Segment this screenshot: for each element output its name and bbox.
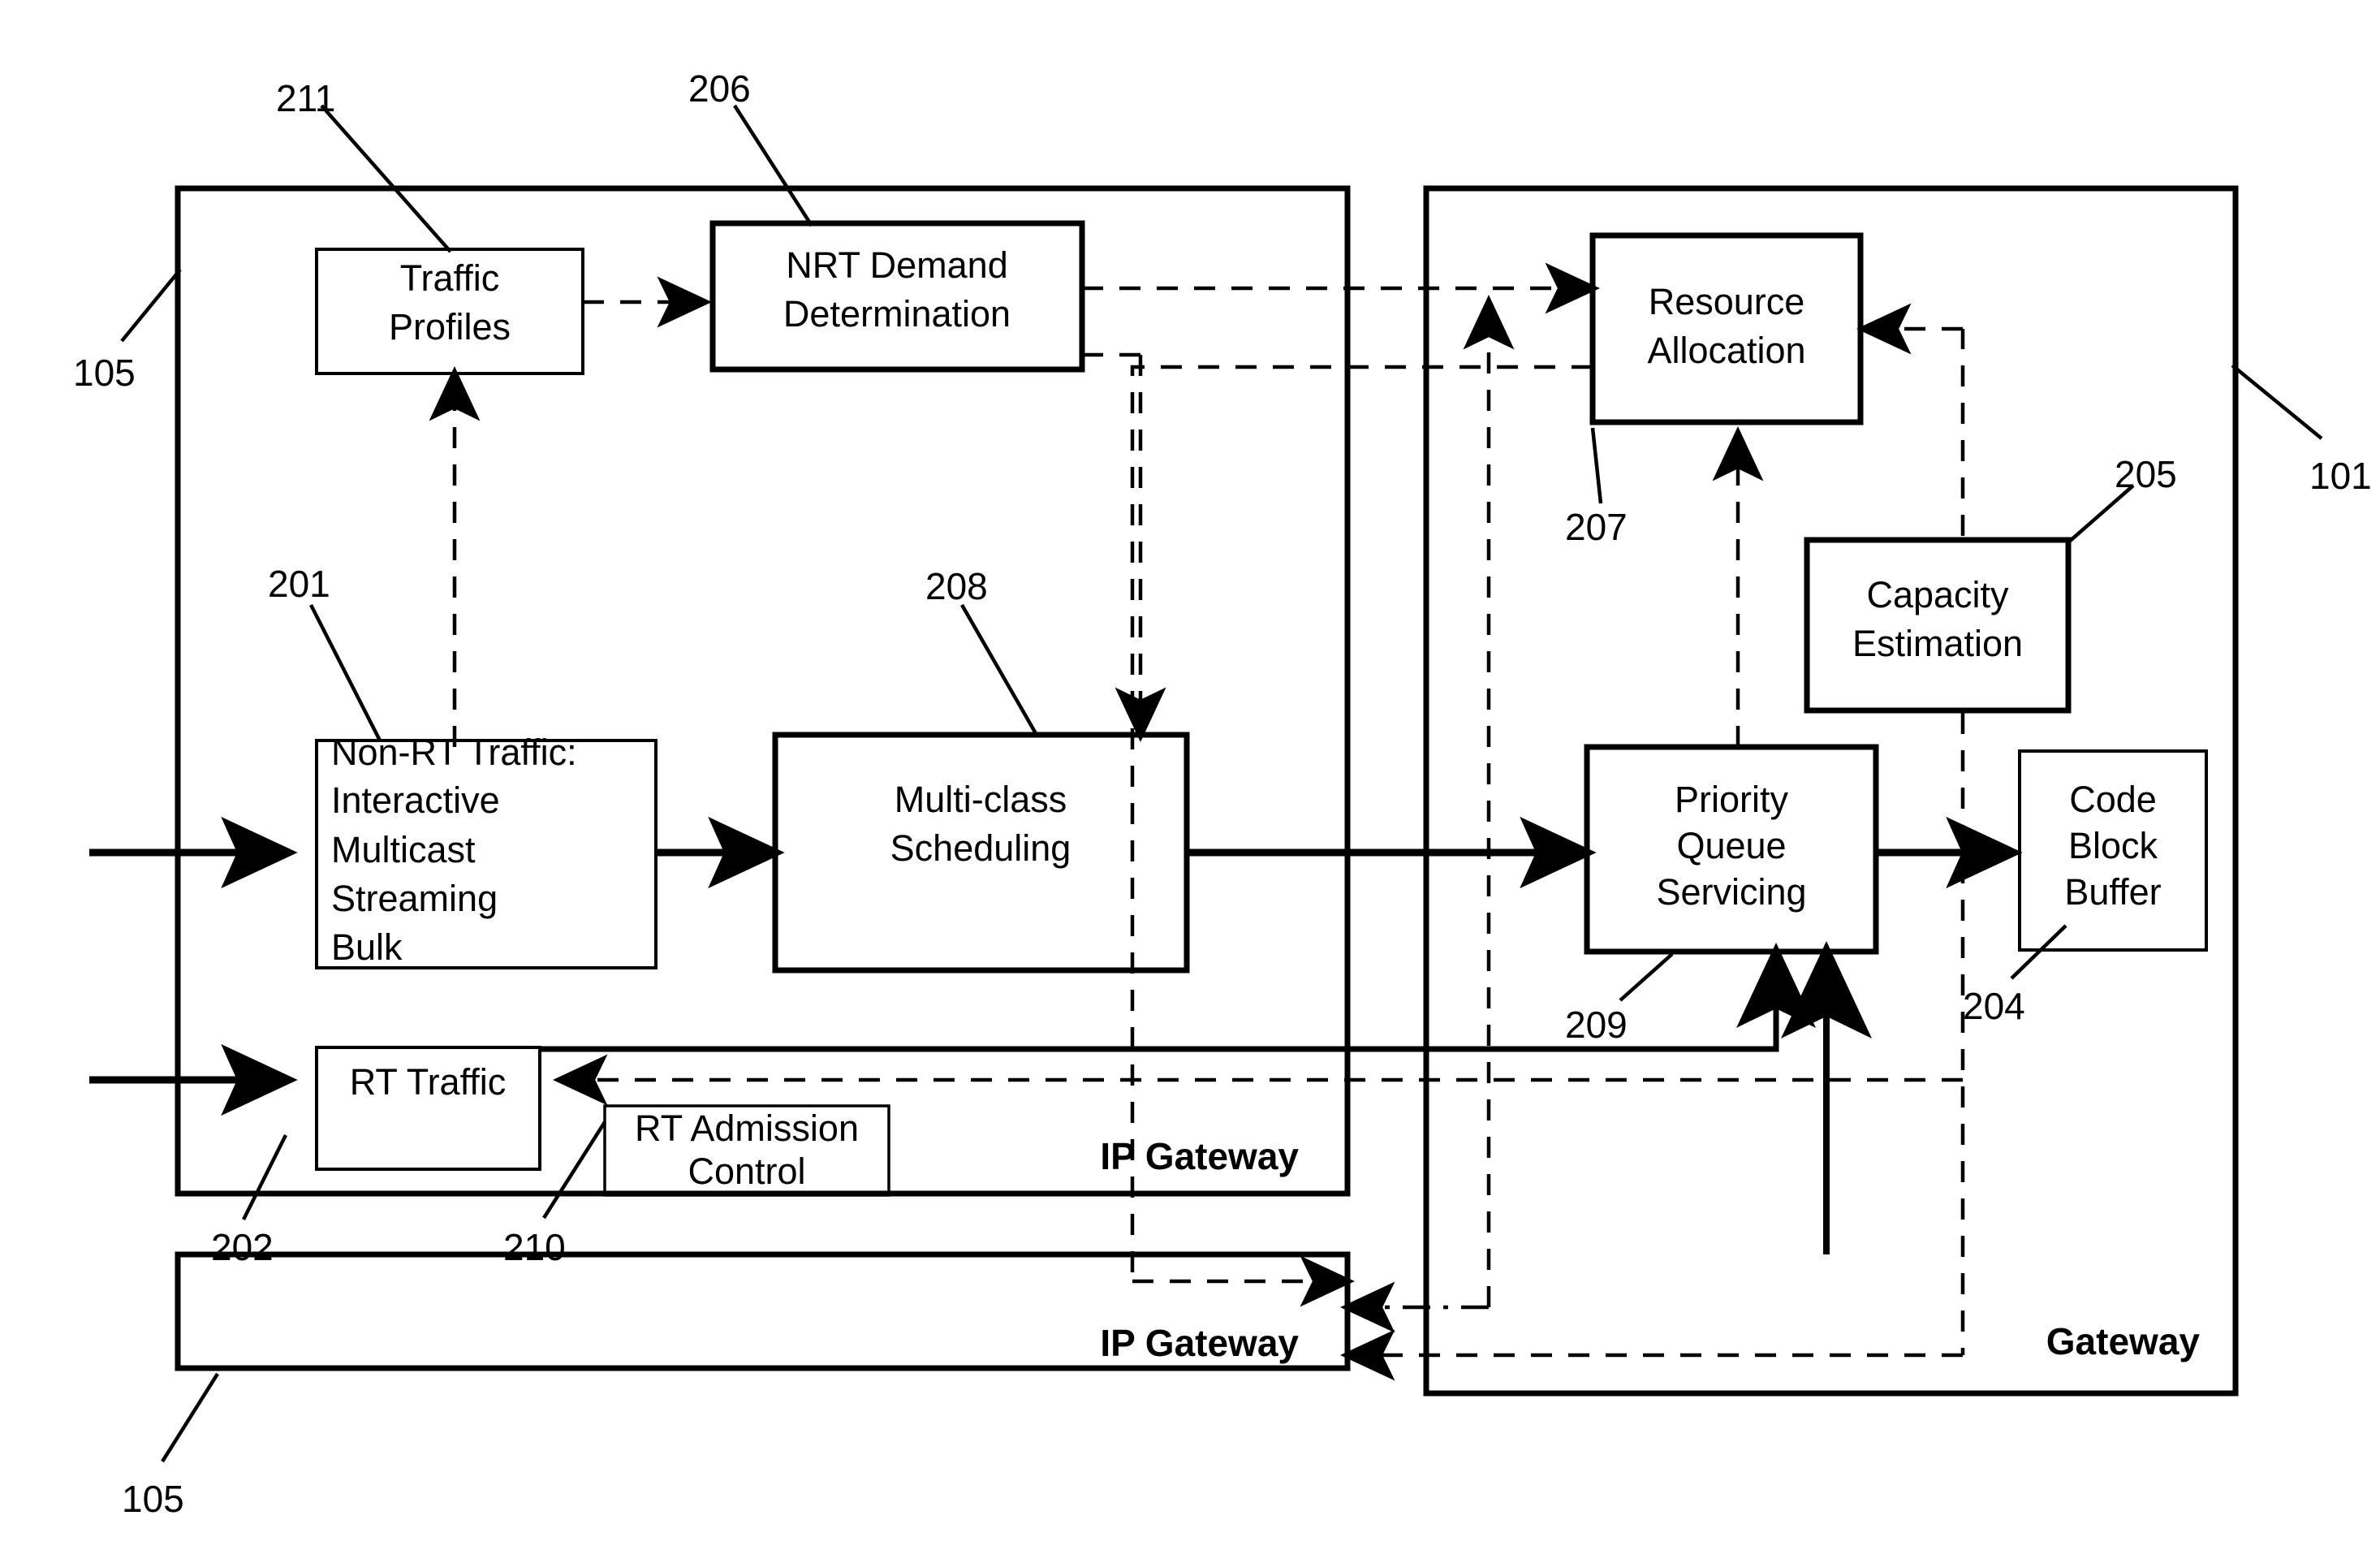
label-gateway-right: Gateway bbox=[2046, 1320, 2201, 1362]
leader-209 bbox=[1619, 952, 1674, 1002]
ref-number-204: 204 bbox=[1963, 985, 2025, 1027]
ref-number-207: 207 bbox=[1565, 506, 1628, 548]
priority-line-2: Queue bbox=[1676, 825, 1786, 866]
leader-201 bbox=[308, 603, 382, 742]
non-rt-line-4: Streaming bbox=[331, 878, 498, 919]
nrt-demand-line-2: Determination bbox=[783, 293, 1011, 335]
multiclass-line-1: Multi-class bbox=[895, 779, 1067, 820]
multiclass-line-2: Scheduling bbox=[890, 827, 1071, 869]
rt-traffic-line-1: RT Traffic bbox=[350, 1061, 507, 1103]
code-block-line-3: Buffer bbox=[2064, 871, 2161, 913]
nrt-demand-line-1: NRT Demand bbox=[786, 244, 1007, 286]
traffic-profiles-line-1: Traffic bbox=[400, 257, 500, 299]
ref-number-211: 211 bbox=[276, 77, 335, 119]
ref-number-105-top: 105 bbox=[73, 352, 136, 394]
non-rt-line-2: Interactive bbox=[331, 779, 500, 821]
non-rt-line-1: Non-RT Traffic: bbox=[331, 732, 577, 773]
priority-line-1: Priority bbox=[1675, 779, 1789, 820]
label-ip-gateway-bottom: IP Gateway bbox=[1100, 1322, 1299, 1364]
patent-figure-canvas: Traffic Profiles NRT Demand Determinatio… bbox=[0, 0, 2380, 1563]
capacity-line-2: Estimation bbox=[1852, 623, 2023, 664]
capacity-line-1: Capacity bbox=[1866, 574, 2009, 615]
diagram-svg: Traffic Profiles NRT Demand Determinatio… bbox=[73, 67, 2372, 1520]
leader-207 bbox=[1590, 427, 1603, 504]
leader-202 bbox=[241, 1133, 288, 1221]
traffic-profiles-line-2: Profiles bbox=[389, 306, 511, 348]
leader-211 bbox=[320, 104, 452, 253]
ref-number-205: 205 bbox=[2115, 453, 2177, 495]
code-block-line-2: Block bbox=[2068, 825, 2158, 866]
non-rt-line-5: Bulk bbox=[331, 926, 403, 968]
ref-number-202: 202 bbox=[211, 1226, 274, 1268]
priority-line-3: Servicing bbox=[1656, 871, 1806, 913]
leader-208 bbox=[960, 603, 1038, 736]
resource-allocation-line-2: Allocation bbox=[1647, 330, 1805, 371]
rt-admission-line-2: Control bbox=[688, 1151, 805, 1192]
non-rt-line-3: Multicast bbox=[331, 829, 476, 870]
rt-admission-line-1: RT Admission bbox=[635, 1107, 859, 1149]
leader-105-top bbox=[120, 268, 182, 343]
resource-allocation-line-1: Resource bbox=[1649, 281, 1805, 322]
ref-number-210: 210 bbox=[503, 1226, 566, 1268]
ref-number-201: 201 bbox=[268, 563, 330, 605]
label-ip-gateway-top: IP Gateway bbox=[1100, 1135, 1299, 1177]
leader-210 bbox=[542, 1120, 606, 1220]
ref-number-209: 209 bbox=[1565, 1004, 1628, 1046]
leader-101 bbox=[2231, 364, 2323, 440]
code-block-line-1: Code bbox=[2069, 779, 2157, 820]
ref-number-208: 208 bbox=[925, 565, 988, 607]
block-resource-allocation[interactable] bbox=[1589, 232, 1864, 425]
ref-number-101: 101 bbox=[2309, 455, 2372, 497]
leader-206 bbox=[733, 104, 813, 227]
ref-number-206: 206 bbox=[688, 67, 751, 110]
ref-number-105-bottom: 105 bbox=[122, 1478, 184, 1520]
leader-105-bottom bbox=[161, 1372, 219, 1463]
